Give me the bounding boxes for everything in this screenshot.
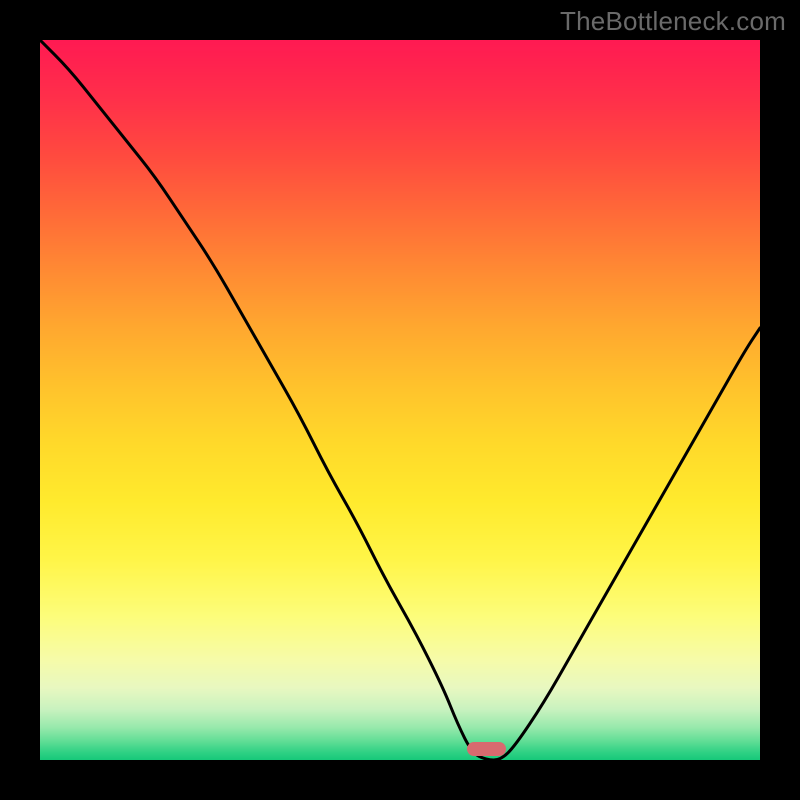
plot-area (40, 40, 760, 760)
watermark-text: TheBottleneck.com (560, 6, 786, 37)
bottleneck-curve (40, 40, 760, 760)
chart-frame: TheBottleneck.com (0, 0, 800, 800)
optimal-marker (467, 742, 507, 756)
